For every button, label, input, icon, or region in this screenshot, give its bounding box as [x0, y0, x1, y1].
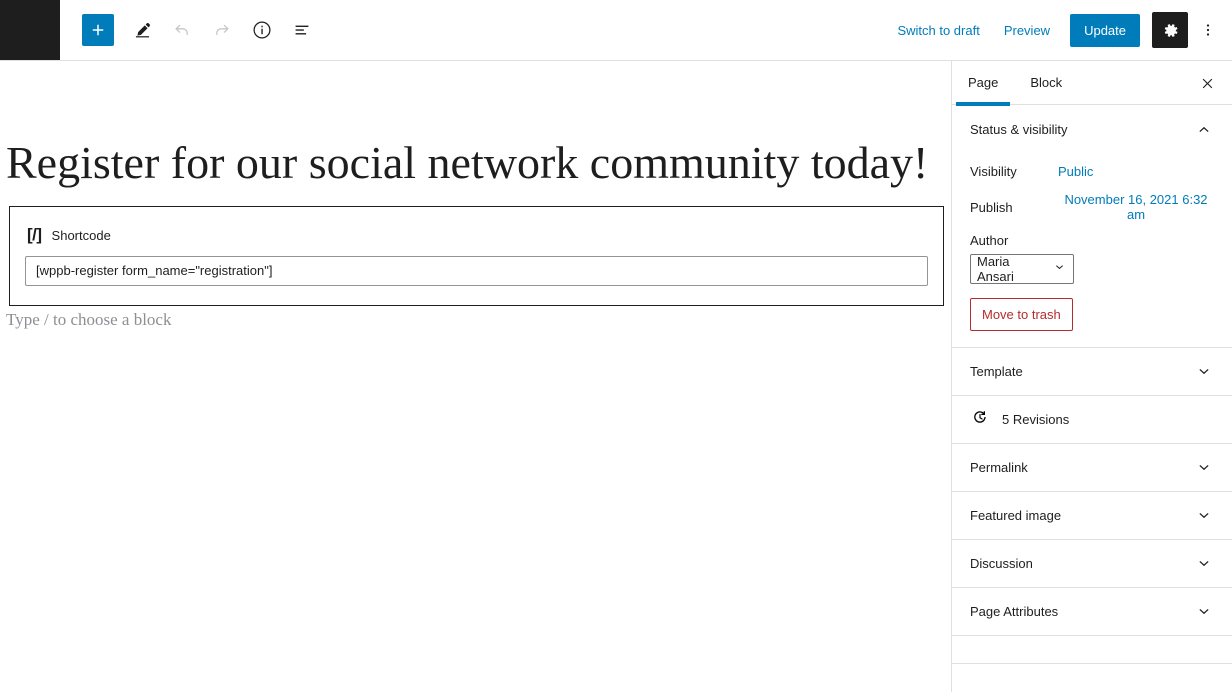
publish-row: Publish November 16, 2021 6:32 am — [970, 189, 1214, 225]
page-title-input[interactable]: Register for our social network communit… — [6, 135, 928, 190]
undo-button[interactable] — [164, 12, 200, 48]
panel-header-page-attributes[interactable]: Page Attributes — [952, 588, 1232, 636]
panel-header-permalink[interactable]: Permalink — [952, 444, 1232, 492]
panel-title-discussion: Discussion — [970, 556, 1033, 571]
tab-page[interactable]: Page — [952, 61, 1014, 106]
shortcode-block-label: Shortcode — [51, 227, 111, 243]
chevron-down-icon — [1194, 458, 1214, 478]
wordpress-logo-button[interactable] — [0, 0, 60, 60]
settings-toggle-button[interactable] — [1152, 12, 1188, 48]
tools-pencil-button[interactable] — [124, 12, 160, 48]
more-options-button[interactable] — [1192, 12, 1224, 48]
publish-label: Publish — [970, 199, 1013, 215]
editor-canvas: Register for our social network communit… — [0, 61, 951, 692]
author-label: Author — [970, 233, 1009, 248]
move-to-trash-button[interactable]: Move to trash — [970, 298, 1073, 331]
update-button[interactable]: Update — [1070, 13, 1140, 47]
pencil-icon — [135, 22, 150, 37]
shortcode-block-header: [/] Shortcode — [10, 207, 943, 245]
block-append-placeholder[interactable]: Type / to choose a block — [6, 310, 171, 330]
redo-icon — [216, 24, 229, 36]
close-icon — [1202, 78, 1212, 88]
panel-header-featured-image[interactable]: Featured image — [952, 492, 1232, 540]
panel-title-template: Template — [970, 364, 1023, 379]
gear-icon — [1164, 23, 1177, 37]
close-sidebar-button[interactable] — [1190, 66, 1224, 100]
panel-title-page-attributes: Page Attributes — [970, 604, 1059, 619]
undo-icon — [175, 24, 188, 36]
chevron-down-icon — [1052, 260, 1067, 278]
sidebar-bottom-spacer — [952, 636, 1232, 664]
chevron-down-icon — [1194, 362, 1214, 382]
revisions-row[interactable]: 5 Revisions — [952, 396, 1232, 444]
chevron-down-icon — [1194, 506, 1214, 526]
redo-button[interactable] — [204, 12, 240, 48]
list-view-icon — [295, 25, 309, 35]
chevron-down-icon — [1194, 602, 1214, 622]
revisions-clock-icon — [970, 407, 990, 432]
info-icon — [253, 21, 271, 39]
editor-toolbar: Switch to draft Preview Update — [0, 0, 1232, 61]
visibility-label: Visibility — [970, 163, 1017, 179]
visibility-row: Visibility Public — [970, 153, 1214, 189]
publish-date-button[interactable]: November 16, 2021 6:32 am — [1058, 192, 1214, 222]
panel-header-discussion[interactable]: Discussion — [952, 540, 1232, 588]
toolbar-right-group: Switch to draft Preview Update — [885, 12, 1232, 48]
switch-to-draft-button[interactable]: Switch to draft — [885, 16, 991, 45]
author-select-value: Maria Ansari — [977, 254, 1014, 284]
kebab-menu-icon — [1206, 24, 1210, 36]
shortcode-block[interactable]: [/] Shortcode [wppb-register form_name="… — [9, 206, 944, 306]
panel-header-status-visibility[interactable]: Status & visibility — [952, 105, 1232, 153]
editor-app: Switch to draft Preview Update Register … — [0, 0, 1232, 692]
author-select[interactable]: Maria Ansari — [970, 254, 1074, 284]
add-block-button[interactable] — [82, 14, 114, 46]
tab-block[interactable]: Block — [1014, 61, 1078, 105]
revisions-label: 5 Revisions — [1002, 412, 1070, 427]
shortcode-input[interactable]: [wppb-register form_name="registration"] — [25, 256, 928, 286]
settings-sidebar: Page Block Status & visibility Visibilit… — [951, 61, 1232, 692]
list-view-button[interactable] — [284, 12, 320, 48]
preview-button[interactable]: Preview — [992, 16, 1062, 45]
plus-icon — [92, 24, 104, 36]
chevron-down-icon — [1194, 554, 1214, 574]
toolbar-left-group — [82, 12, 320, 48]
panel-title-status-visibility: Status & visibility — [970, 121, 1068, 137]
panel-title-permalink: Permalink — [970, 460, 1028, 475]
panel-title-featured-image: Featured image — [970, 508, 1062, 523]
panel-body-status-visibility: Visibility Public Publish November 16, 2… — [952, 153, 1232, 348]
visibility-value-button[interactable]: Public — [1058, 164, 1093, 179]
details-info-button[interactable] — [244, 12, 280, 48]
chevron-up-icon — [1194, 119, 1214, 139]
panel-header-template[interactable]: Template — [952, 348, 1232, 396]
sidebar-tabs: Page Block — [952, 61, 1232, 106]
shortcode-icon: [/] — [27, 225, 42, 244]
